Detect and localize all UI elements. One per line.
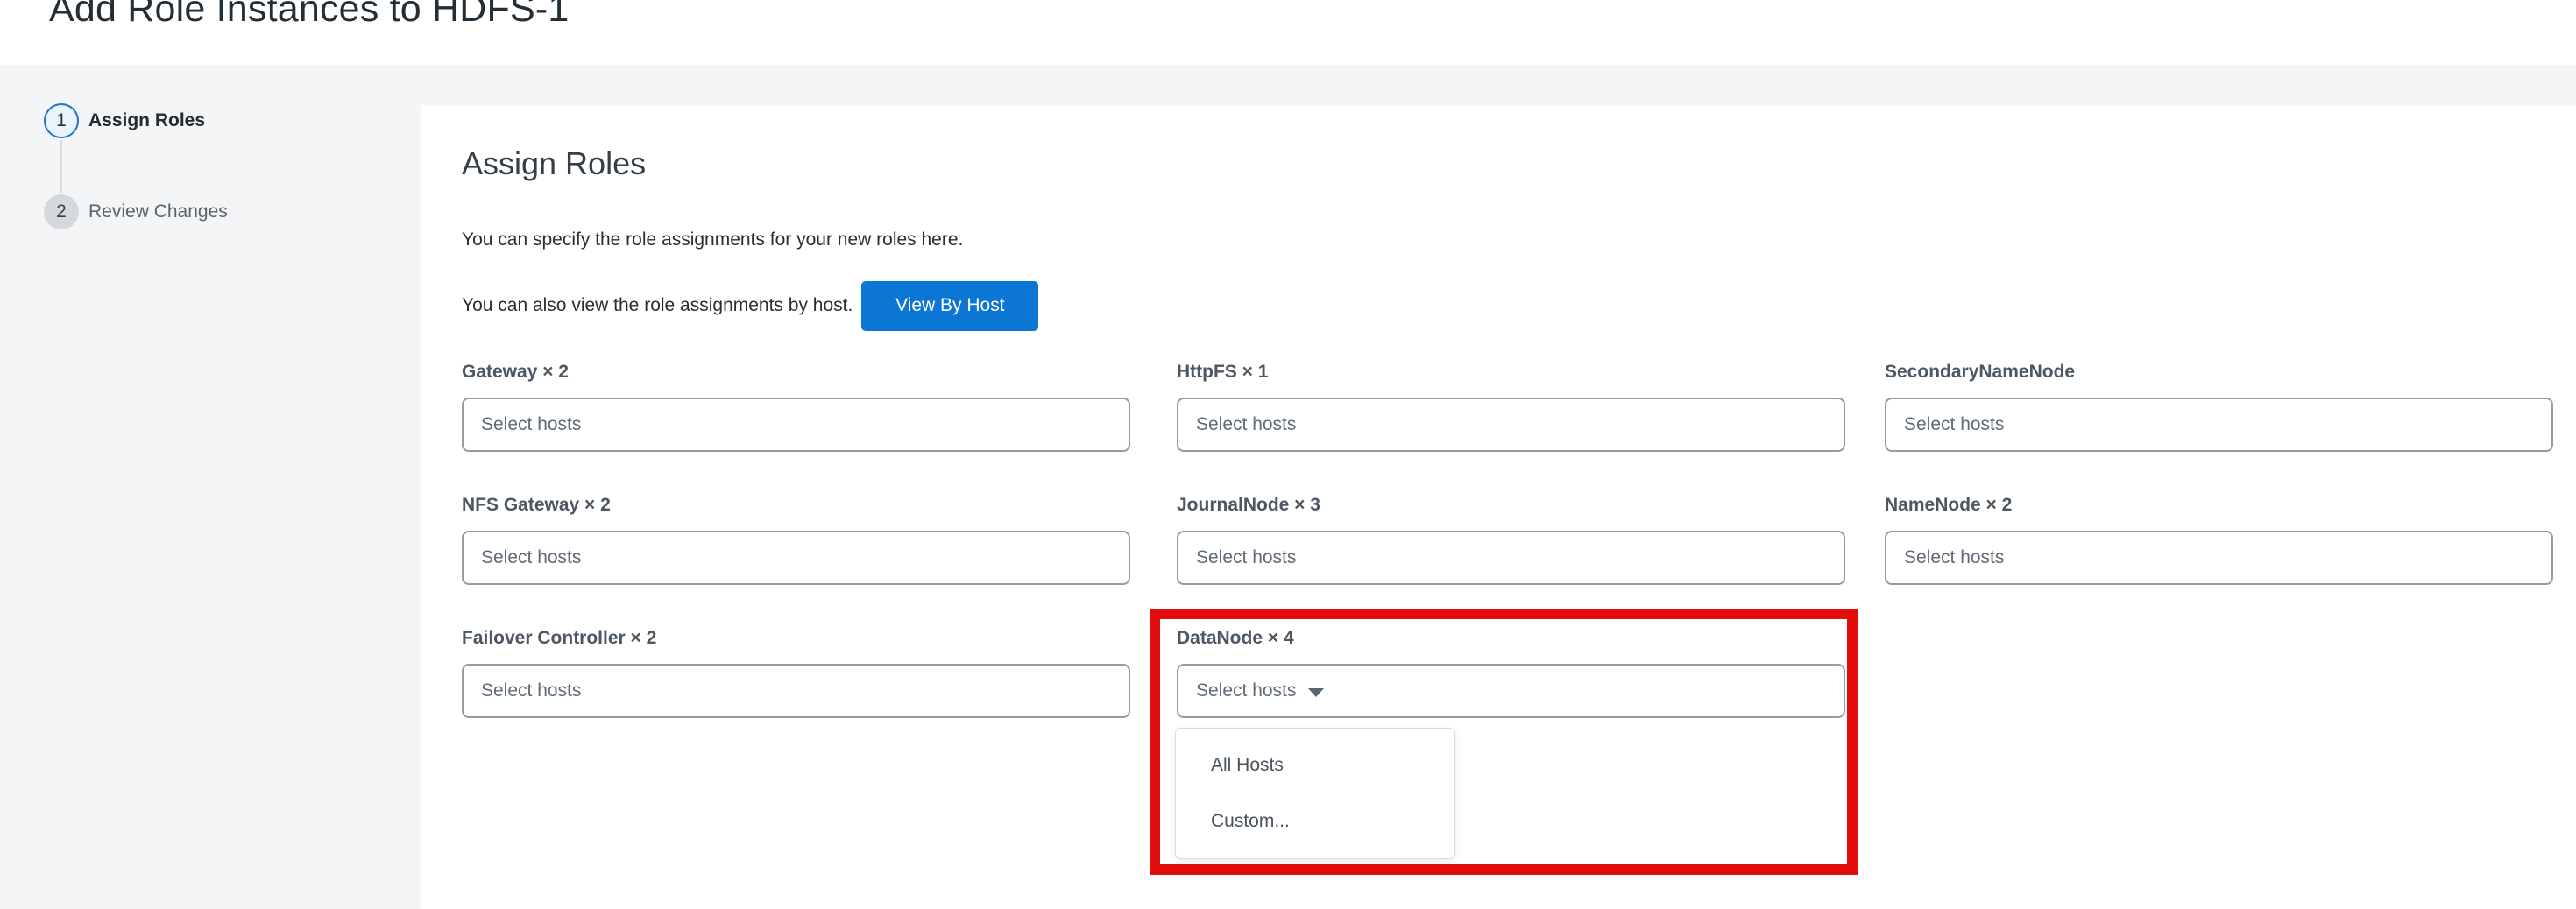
role-cell-nfs-gateway-2: NFS Gateway × 2 Select hosts [462,495,1130,585]
select-hosts-placeholder: Select hosts [1904,547,2004,568]
role-cell-secondarynamenode: SecondaryNameNode Select hosts [1885,362,2553,452]
step-1-circle: 1 [44,103,79,138]
role-cell-httpfs-1: HttpFS × 1 Select hosts [1177,362,1845,452]
select-hosts-placeholder: Select hosts [481,547,581,568]
dropdown-item-custom[interactable]: Custom... [1176,793,1454,849]
select-hosts-placeholder: Select hosts [1196,680,1296,701]
select-hosts-placeholder: Select hosts [1904,414,2004,435]
role-label: Failover Controller × 2 [462,628,1130,649]
select-hosts-placeholder: Select hosts [1196,414,1296,435]
step-item-review-changes[interactable]: Review Changes [88,201,228,222]
role-label: SecondaryNameNode [1885,362,2553,383]
view-by-host-row: You can also view the role assignments b… [462,280,1038,331]
select-hosts-placeholder: Select hosts [481,414,581,435]
assign-roles-heading: Assign Roles [462,145,646,182]
step-item-assign-roles[interactable]: Assign Roles [88,110,205,131]
role-cell-gateway-2: Gateway × 2 Select hosts [462,362,1130,452]
host-select-input[interactable]: Select hosts [1885,531,2553,585]
host-select-input[interactable]: Select hosts [462,398,1130,452]
description-text: You can specify the role assignments for… [462,229,963,250]
page-title: Add Role Instances to HDFS-1 [49,0,570,31]
host-select-input[interactable]: Select hosts [1885,398,2553,452]
step-1-number: 1 [56,110,67,131]
role-cell-datanode-4: DataNode × 4 Select hosts [1177,628,1845,718]
role-label: DataNode × 4 [1177,628,1845,649]
role-label: JournalNode × 3 [1177,495,1845,516]
role-cell-namenode-2: NameNode × 2 Select hosts [1885,495,2553,585]
dropdown-item-all-hosts[interactable]: All Hosts [1176,737,1454,793]
role-label: HttpFS × 1 [1177,362,1845,383]
select-hosts-placeholder: Select hosts [481,680,581,701]
step-2-circle: 2 [44,194,79,229]
host-select-input[interactable]: Select hosts [462,664,1130,718]
step-connector-line [60,140,62,193]
host-select-input[interactable]: Select hosts [1177,531,1845,585]
role-label: NameNode × 2 [1885,495,2553,516]
host-select-input[interactable]: Select hosts [1177,664,1845,718]
host-select-input[interactable]: Select hosts [1177,398,1845,452]
select-hosts-placeholder: Select hosts [1196,547,1296,568]
role-cell-failover-controller-2: Failover Controller × 2 Select hosts [462,628,1130,718]
caret-down-icon [1308,688,1324,697]
host-select-input[interactable]: Select hosts [462,531,1130,585]
step-2-number: 2 [56,201,67,222]
role-label: NFS Gateway × 2 [462,495,1130,516]
view-by-host-text: You can also view the role assignments b… [462,295,853,316]
role-cell-journalnode-3: JournalNode × 3 Select hosts [1177,495,1845,585]
role-label: Gateway × 2 [462,362,1130,383]
view-by-host-button[interactable]: View By Host [861,281,1038,331]
host-select-dropdown-menu: All HostsCustom... [1175,728,1455,859]
